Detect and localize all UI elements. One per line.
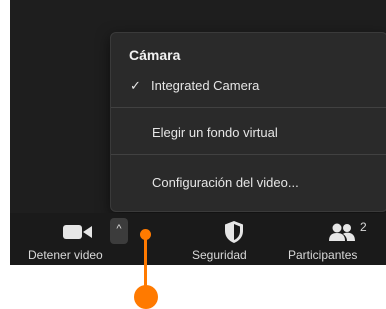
callout-line bbox=[144, 234, 147, 292]
callout-pointer-dot bbox=[140, 229, 151, 240]
security-label: Seguridad bbox=[192, 248, 247, 262]
menu-item-label: Configuración del video... bbox=[152, 175, 299, 190]
menu-divider bbox=[111, 107, 386, 108]
menu-item-label: Integrated Camera bbox=[151, 78, 260, 93]
participant-count-badge: 2 bbox=[360, 220, 367, 234]
camera-menu: Cámara ✓ Integrated Camera Elegir un fon… bbox=[110, 32, 386, 212]
participants-label: Participantes bbox=[288, 248, 358, 262]
check-icon: ✓ bbox=[130, 78, 141, 93]
shield-icon bbox=[225, 221, 243, 243]
stop-video-label: Detener video bbox=[28, 248, 103, 262]
menu-header: Cámara bbox=[129, 47, 181, 63]
menu-item-virtual-background[interactable]: Elegir un fondo virtual bbox=[111, 123, 386, 143]
chevron-up-icon: ^ bbox=[116, 223, 122, 235]
people-icon bbox=[329, 223, 355, 241]
menu-item-video-settings[interactable]: Configuración del video... bbox=[111, 173, 386, 193]
menu-item-label: Elegir un fondo virtual bbox=[152, 125, 278, 140]
video-camera-icon bbox=[63, 225, 92, 239]
callout-marker bbox=[134, 285, 158, 309]
video-options-caret-button[interactable]: ^ bbox=[110, 218, 128, 244]
menu-divider bbox=[111, 154, 386, 155]
meeting-toolbar: Detener video ^ Seguridad 2 Participante… bbox=[10, 213, 386, 265]
menu-item-integrated-camera[interactable]: ✓ Integrated Camera bbox=[111, 76, 386, 96]
